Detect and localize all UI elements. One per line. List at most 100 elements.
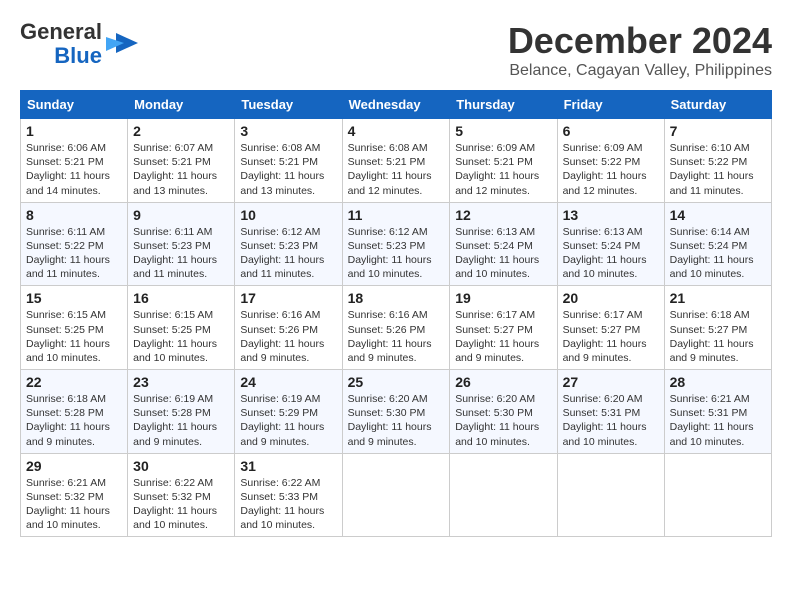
calendar-cell: 4 Sunrise: 6:08 AMSunset: 5:21 PMDaylight… [342, 119, 450, 203]
calendar-cell: 3Sunrise: 6:08 AMSunset: 5:21 PMDaylight… [235, 119, 342, 203]
day-number: 19 [455, 290, 551, 306]
calendar-cell: 6 Sunrise: 6:09 AMSunset: 5:22 PMDaylight… [557, 119, 664, 203]
day-detail: Sunrise: 6:21 AMSunset: 5:31 PMDaylight:… [670, 392, 766, 449]
logo-text-general: General [20, 20, 102, 44]
calendar-cell: 30 Sunrise: 6:22 AMSunset: 5:32 PMDayligh… [128, 453, 235, 537]
calendar-cell: 9Sunrise: 6:11 AMSunset: 5:23 PMDaylight… [128, 202, 235, 286]
day-detail: Sunrise: 6:20 AMSunset: 5:30 PMDaylight:… [348, 392, 445, 449]
calendar-cell: 5 Sunrise: 6:09 AMSunset: 5:21 PMDaylight… [450, 119, 557, 203]
day-detail: Sunrise: 6:09 AMSunset: 5:21 PMDaylight:… [455, 141, 551, 198]
logo-icon [106, 33, 138, 55]
day-number: 6 [563, 123, 659, 139]
calendar-table: SundayMondayTuesdayWednesdayThursdayFrid… [20, 90, 772, 537]
day-detail: Sunrise: 6:21 AMSunset: 5:32 PMDaylight:… [26, 476, 122, 533]
day-number: 7 [670, 123, 766, 139]
calendar-cell: 31 Sunrise: 6:22 AMSunset: 5:33 PMDayligh… [235, 453, 342, 537]
calendar-header-row: SundayMondayTuesdayWednesdayThursdayFrid… [21, 91, 772, 119]
calendar-cell: 1Sunrise: 6:06 AMSunset: 5:21 PMDaylight… [21, 119, 128, 203]
header-thursday: Thursday [450, 91, 557, 119]
calendar-cell: 24Sunrise: 6:19 AMSunset: 5:29 PMDayligh… [235, 370, 342, 454]
calendar-cell: 10 Sunrise: 6:12 AMSunset: 5:23 PMDayligh… [235, 202, 342, 286]
calendar-cell: 14 Sunrise: 6:14 AMSunset: 5:24 PMDayligh… [664, 202, 771, 286]
calendar-cell: 29Sunrise: 6:21 AMSunset: 5:32 PMDayligh… [21, 453, 128, 537]
day-detail: Sunrise: 6:12 AMSunset: 5:23 PMDaylight:… [348, 225, 445, 282]
day-number: 31 [240, 458, 336, 474]
day-detail: Sunrise: 6:20 AMSunset: 5:31 PMDaylight:… [563, 392, 659, 449]
day-detail: Sunrise: 6:08 AMSunset: 5:21 PMDaylight:… [348, 141, 445, 198]
day-number: 16 [133, 290, 229, 306]
day-number: 2 [133, 123, 229, 139]
day-number: 26 [455, 374, 551, 390]
calendar-cell: 18 Sunrise: 6:16 AMSunset: 5:26 PMDayligh… [342, 286, 450, 370]
day-number: 22 [26, 374, 122, 390]
calendar-cell: 23 Sunrise: 6:19 AMSunset: 5:28 PMDayligh… [128, 370, 235, 454]
day-detail: Sunrise: 6:15 AMSunset: 5:25 PMDaylight:… [133, 308, 229, 365]
day-number: 15 [26, 290, 122, 306]
day-detail: Sunrise: 6:15 AMSunset: 5:25 PMDaylight:… [26, 308, 122, 365]
calendar-cell: 26 Sunrise: 6:20 AMSunset: 5:30 PMDayligh… [450, 370, 557, 454]
day-detail: Sunrise: 6:13 AMSunset: 5:24 PMDaylight:… [563, 225, 659, 282]
calendar-cell: 20Sunrise: 6:17 AMSunset: 5:27 PMDayligh… [557, 286, 664, 370]
week-row-3: 15 Sunrise: 6:15 AMSunset: 5:25 PMDayligh… [21, 286, 772, 370]
day-detail: Sunrise: 6:16 AMSunset: 5:26 PMDaylight:… [240, 308, 336, 365]
day-detail: Sunrise: 6:19 AMSunset: 5:28 PMDaylight:… [133, 392, 229, 449]
logo-text-blue: Blue [54, 44, 102, 68]
day-number: 28 [670, 374, 766, 390]
calendar-subtitle: Belance, Cagayan Valley, Philippines [508, 62, 772, 80]
day-detail: Sunrise: 6:18 AMSunset: 5:27 PMDaylight:… [670, 308, 766, 365]
day-number: 14 [670, 207, 766, 223]
day-detail: Sunrise: 6:14 AMSunset: 5:24 PMDaylight:… [670, 225, 766, 282]
header-wednesday: Wednesday [342, 91, 450, 119]
logo: General Blue [20, 20, 138, 68]
calendar-cell: 27 Sunrise: 6:20 AMSunset: 5:31 PMDayligh… [557, 370, 664, 454]
calendar-cell: 7 Sunrise: 6:10 AMSunset: 5:22 PMDaylight… [664, 119, 771, 203]
calendar-cell: 12 Sunrise: 6:13 AMSunset: 5:24 PMDayligh… [450, 202, 557, 286]
title-section: December 2024 Belance, Cagayan Valley, P… [508, 20, 772, 80]
day-number: 18 [348, 290, 445, 306]
day-number: 1 [26, 123, 122, 139]
week-row-4: 22 Sunrise: 6:18 AMSunset: 5:28 PMDayligh… [21, 370, 772, 454]
day-number: 12 [455, 207, 551, 223]
header-tuesday: Tuesday [235, 91, 342, 119]
calendar-cell: 16 Sunrise: 6:15 AMSunset: 5:25 PMDayligh… [128, 286, 235, 370]
day-number: 17 [240, 290, 336, 306]
day-detail: Sunrise: 6:13 AMSunset: 5:24 PMDaylight:… [455, 225, 551, 282]
day-detail: Sunrise: 6:12 AMSunset: 5:23 PMDaylight:… [240, 225, 336, 282]
day-number: 13 [563, 207, 659, 223]
day-detail: Sunrise: 6:22 AMSunset: 5:32 PMDaylight:… [133, 476, 229, 533]
day-number: 10 [240, 207, 336, 223]
day-detail: Sunrise: 6:22 AMSunset: 5:33 PMDaylight:… [240, 476, 336, 533]
calendar-cell: 15 Sunrise: 6:15 AMSunset: 5:25 PMDayligh… [21, 286, 128, 370]
day-detail: Sunrise: 6:20 AMSunset: 5:30 PMDaylight:… [455, 392, 551, 449]
day-number: 5 [455, 123, 551, 139]
header-saturday: Saturday [664, 91, 771, 119]
day-detail: Sunrise: 6:19 AMSunset: 5:29 PMDaylight:… [240, 392, 336, 449]
day-number: 27 [563, 374, 659, 390]
day-number: 8 [26, 207, 122, 223]
week-row-5: 29Sunrise: 6:21 AMSunset: 5:32 PMDayligh… [21, 453, 772, 537]
calendar-cell: 22 Sunrise: 6:18 AMSunset: 5:28 PMDayligh… [21, 370, 128, 454]
day-number: 3 [240, 123, 336, 139]
day-detail: Sunrise: 6:11 AMSunset: 5:22 PMDaylight:… [26, 225, 122, 282]
day-number: 23 [133, 374, 229, 390]
day-number: 4 [348, 123, 445, 139]
calendar-cell [342, 453, 450, 537]
day-detail: Sunrise: 6:18 AMSunset: 5:28 PMDaylight:… [26, 392, 122, 449]
day-number: 21 [670, 290, 766, 306]
calendar-cell: 19 Sunrise: 6:17 AMSunset: 5:27 PMDayligh… [450, 286, 557, 370]
day-detail: Sunrise: 6:10 AMSunset: 5:22 PMDaylight:… [670, 141, 766, 198]
calendar-cell: 28 Sunrise: 6:21 AMSunset: 5:31 PMDayligh… [664, 370, 771, 454]
calendar-cell: 17 Sunrise: 6:16 AMSunset: 5:26 PMDayligh… [235, 286, 342, 370]
calendar-cell: 8 Sunrise: 6:11 AMSunset: 5:22 PMDaylight… [21, 202, 128, 286]
week-row-2: 8 Sunrise: 6:11 AMSunset: 5:22 PMDaylight… [21, 202, 772, 286]
day-detail: Sunrise: 6:09 AMSunset: 5:22 PMDaylight:… [563, 141, 659, 198]
calendar-cell: 25 Sunrise: 6:20 AMSunset: 5:30 PMDayligh… [342, 370, 450, 454]
calendar-cell: 13 Sunrise: 6:13 AMSunset: 5:24 PMDayligh… [557, 202, 664, 286]
day-number: 9 [133, 207, 229, 223]
day-detail: Sunrise: 6:17 AMSunset: 5:27 PMDaylight:… [455, 308, 551, 365]
day-detail: Sunrise: 6:16 AMSunset: 5:26 PMDaylight:… [348, 308, 445, 365]
day-number: 30 [133, 458, 229, 474]
calendar-cell: 21 Sunrise: 6:18 AMSunset: 5:27 PMDayligh… [664, 286, 771, 370]
day-number: 25 [348, 374, 445, 390]
day-detail: Sunrise: 6:07 AMSunset: 5:21 PMDaylight:… [133, 141, 229, 198]
